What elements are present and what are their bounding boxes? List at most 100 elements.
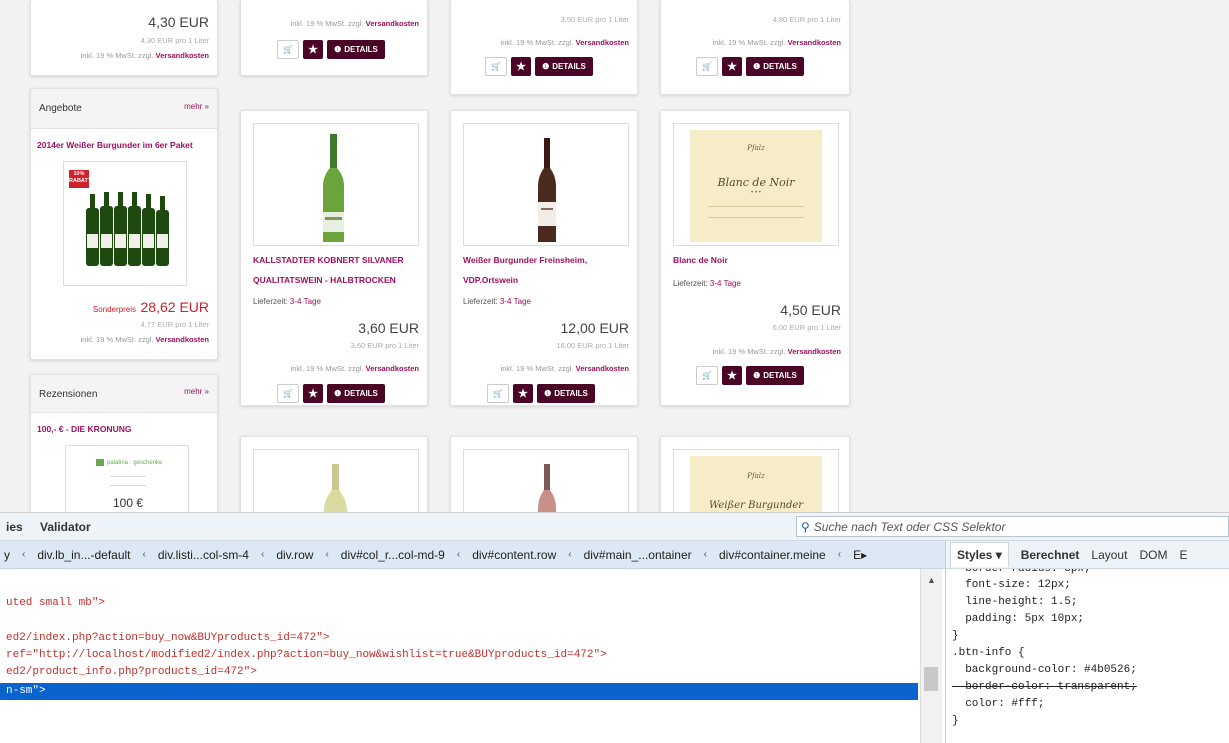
tab-berechnet[interactable]: Berechnet <box>1021 548 1080 562</box>
cart-button[interactable]: 🛒 <box>277 384 299 403</box>
shipping-link[interactable]: Versandkosten <box>576 38 629 47</box>
wishlist-button[interactable]: ★ <box>511 57 531 76</box>
rezensionen-more-link[interactable]: mehr » <box>184 387 209 396</box>
info-icon: ❶ <box>334 389 342 398</box>
css-line[interactable]: background-color: #4b0526; <box>952 664 1137 676</box>
breadcrumb-item[interactable]: div.lb_in...-default <box>37 548 130 562</box>
product-image[interactable]: Pfalz Weißer Burgunder <box>673 449 839 512</box>
breadcrumb-item[interactable]: div#container.meine <box>719 548 826 562</box>
product-card-top-2: 3,50 EUR pro 1 Liter inkl. 19 % MwSt. zz… <box>450 0 638 95</box>
css-line-overridden[interactable]: border-color: transparent; <box>952 681 1137 693</box>
vertical-scrollbar[interactable]: ▲ <box>920 569 942 743</box>
product-image[interactable] <box>463 449 629 512</box>
wishlist-button[interactable]: ★ <box>722 57 742 76</box>
product-name[interactable]: Blanc de Noir <box>673 250 728 270</box>
devtools-search-field[interactable]: ⚲ Suche nach Text oder CSS Selektor <box>796 516 1229 537</box>
shipping-link[interactable]: Versandkosten <box>576 364 629 373</box>
product-name[interactable]: Weißer Burgunder Freinsheim, VDP.Ortswei… <box>463 250 633 290</box>
voucher-image[interactable]: palatina · geschenke 100 € <box>65 445 189 512</box>
tax-note: inkl. 19 % MwSt. zzgl. Versandkosten <box>501 38 629 47</box>
breadcrumb-item[interactable]: div.listi...col-sm-4 <box>158 548 249 562</box>
details-button[interactable]: ❶ DETAILS <box>327 384 385 403</box>
cart-button[interactable]: 🛒 <box>277 40 299 59</box>
special-price: Sonderpreis 28,62 EUR <box>93 299 209 317</box>
angebote-title: Angebote <box>39 103 82 114</box>
wishlist-button[interactable]: ★ <box>722 366 742 385</box>
tab-styles[interactable]: Styles ▾ <box>950 542 1009 567</box>
tab-e[interactable]: E <box>1179 548 1187 562</box>
product-name[interactable]: KALLSTADTER KOBNERT SILVANER QUALITATSWE… <box>253 250 423 290</box>
wishlist-button[interactable]: ★ <box>303 384 323 403</box>
details-button[interactable]: ❶ DETAILS <box>746 57 804 76</box>
wishlist-button[interactable]: ★ <box>303 40 323 59</box>
delivery-value[interactable]: 3-4 Tage <box>290 297 321 306</box>
angebote-more-link[interactable]: mehr » <box>184 102 209 111</box>
scroll-up-icon[interactable]: ▲ <box>927 575 936 585</box>
cart-button[interactable]: 🛒 <box>696 366 718 385</box>
cart-button[interactable]: 🛒 <box>485 57 507 76</box>
product-card-bottom-3: Pfalz Weißer Burgunder <box>660 436 850 512</box>
delivery-value[interactable]: 3-4 Tage <box>500 297 531 306</box>
info-icon: ❶ <box>753 62 761 71</box>
unit-price: 4,77 EUR pro 1 Liter <box>140 320 209 329</box>
code-line[interactable]: uted small mb"> <box>6 597 105 609</box>
product-image[interactable] <box>253 123 419 246</box>
breadcrumb-item[interactable]: div#content.row <box>472 548 556 562</box>
css-line[interactable]: color: #fff; <box>952 698 1044 710</box>
code-line[interactable]: ed2/index.php?action=buy_now&BUYproducts… <box>6 632 329 644</box>
breadcrumb-item[interactable]: div#col_r...col-md-9 <box>341 548 445 562</box>
cart-icon: 🛒 <box>283 389 293 398</box>
tax-text: inkl. 19 % MwSt. zzgl. <box>290 19 364 28</box>
tab-partial[interactable]: ies <box>6 520 23 534</box>
breadcrumb-item[interactable]: div#main_...ontainer <box>584 548 692 562</box>
logo-mark-icon <box>96 459 104 466</box>
wine-bottle-image <box>323 134 344 242</box>
wine-bottle-image <box>538 464 556 512</box>
shipping-link[interactable]: Versandkosten <box>788 38 841 47</box>
breadcrumb-item[interactable]: y <box>4 548 10 562</box>
product-image[interactable] <box>253 449 419 512</box>
shipping-link[interactable]: Versandkosten <box>156 335 209 344</box>
breadcrumb-item[interactable]: E▸ <box>853 548 867 562</box>
price: 3,60 EUR <box>358 320 419 336</box>
delivery-value[interactable]: 3-4 Tage <box>710 279 741 288</box>
details-button[interactable]: ❶ DETAILS <box>535 57 593 76</box>
cart-button[interactable]: 🛒 <box>696 57 718 76</box>
tab-dom[interactable]: DOM <box>1139 548 1167 562</box>
code-line-selected[interactable]: n-sm"> <box>0 683 918 700</box>
details-label: DETAILS <box>763 371 797 380</box>
code-line[interactable]: ref="http://localhost/modified2/index.ph… <box>6 649 607 661</box>
tab-validator[interactable]: Validator <box>40 520 91 534</box>
shipping-link[interactable]: Versandkosten <box>156 51 209 60</box>
shipping-link[interactable]: Versandkosten <box>366 19 419 28</box>
unit-price: 3,50 EUR pro 1 Liter <box>560 15 629 24</box>
details-button[interactable]: ❶ DETAILS <box>327 40 385 59</box>
wishlist-button[interactable]: ★ <box>513 384 533 403</box>
css-line[interactable]: padding: 5px 10px; <box>952 613 1084 625</box>
css-selector[interactable]: .btn-info { <box>952 647 1025 659</box>
product-image[interactable]: Pfalz Blanc de Noir • • • <box>673 123 839 246</box>
cart-button[interactable]: 🛒 <box>487 384 509 403</box>
sidebar-price-box: 4,30 EUR 4,30 EUR pro 1 Liter inkl. 19 %… <box>30 0 218 76</box>
shipping-link[interactable]: Versandkosten <box>788 347 841 356</box>
wine-bottle-image <box>538 138 556 242</box>
tax-note: inkl. 19 % MwSt. zzgl. Versandkosten <box>291 364 419 373</box>
search-icon: ⚲ <box>801 519 810 534</box>
breadcrumb-item[interactable]: div.row <box>276 548 313 562</box>
breadcrumb-separator-icon: ‹ <box>568 549 572 560</box>
product-image[interactable] <box>463 123 629 246</box>
css-line[interactable]: font-size: 12px; <box>952 579 1071 591</box>
scrollbar-thumb[interactable] <box>924 667 938 691</box>
offer-product-name[interactable]: 2014er Weißer Burgunder im 6er Paket <box>37 135 193 155</box>
offer-product-image[interactable]: 10% RABATT <box>63 161 187 286</box>
css-line[interactable]: line-height: 1.5; <box>952 596 1077 608</box>
details-button[interactable]: ❶ DETAILS <box>537 384 595 403</box>
wine-bottles-image <box>86 192 169 266</box>
dom-source-view[interactable]: uted small mb"> ed2/index.php?action=buy… <box>0 569 918 743</box>
review-product-name[interactable]: 100,- € - DIE KRONUNG <box>37 419 131 439</box>
code-line[interactable]: ed2/product_info.php?products_id=472"> <box>6 666 257 678</box>
details-button[interactable]: ❶ DETAILS <box>746 366 804 385</box>
tab-layout[interactable]: Layout <box>1091 548 1127 562</box>
shipping-link[interactable]: Versandkosten <box>366 364 419 373</box>
wine-bottle-image <box>324 464 347 512</box>
